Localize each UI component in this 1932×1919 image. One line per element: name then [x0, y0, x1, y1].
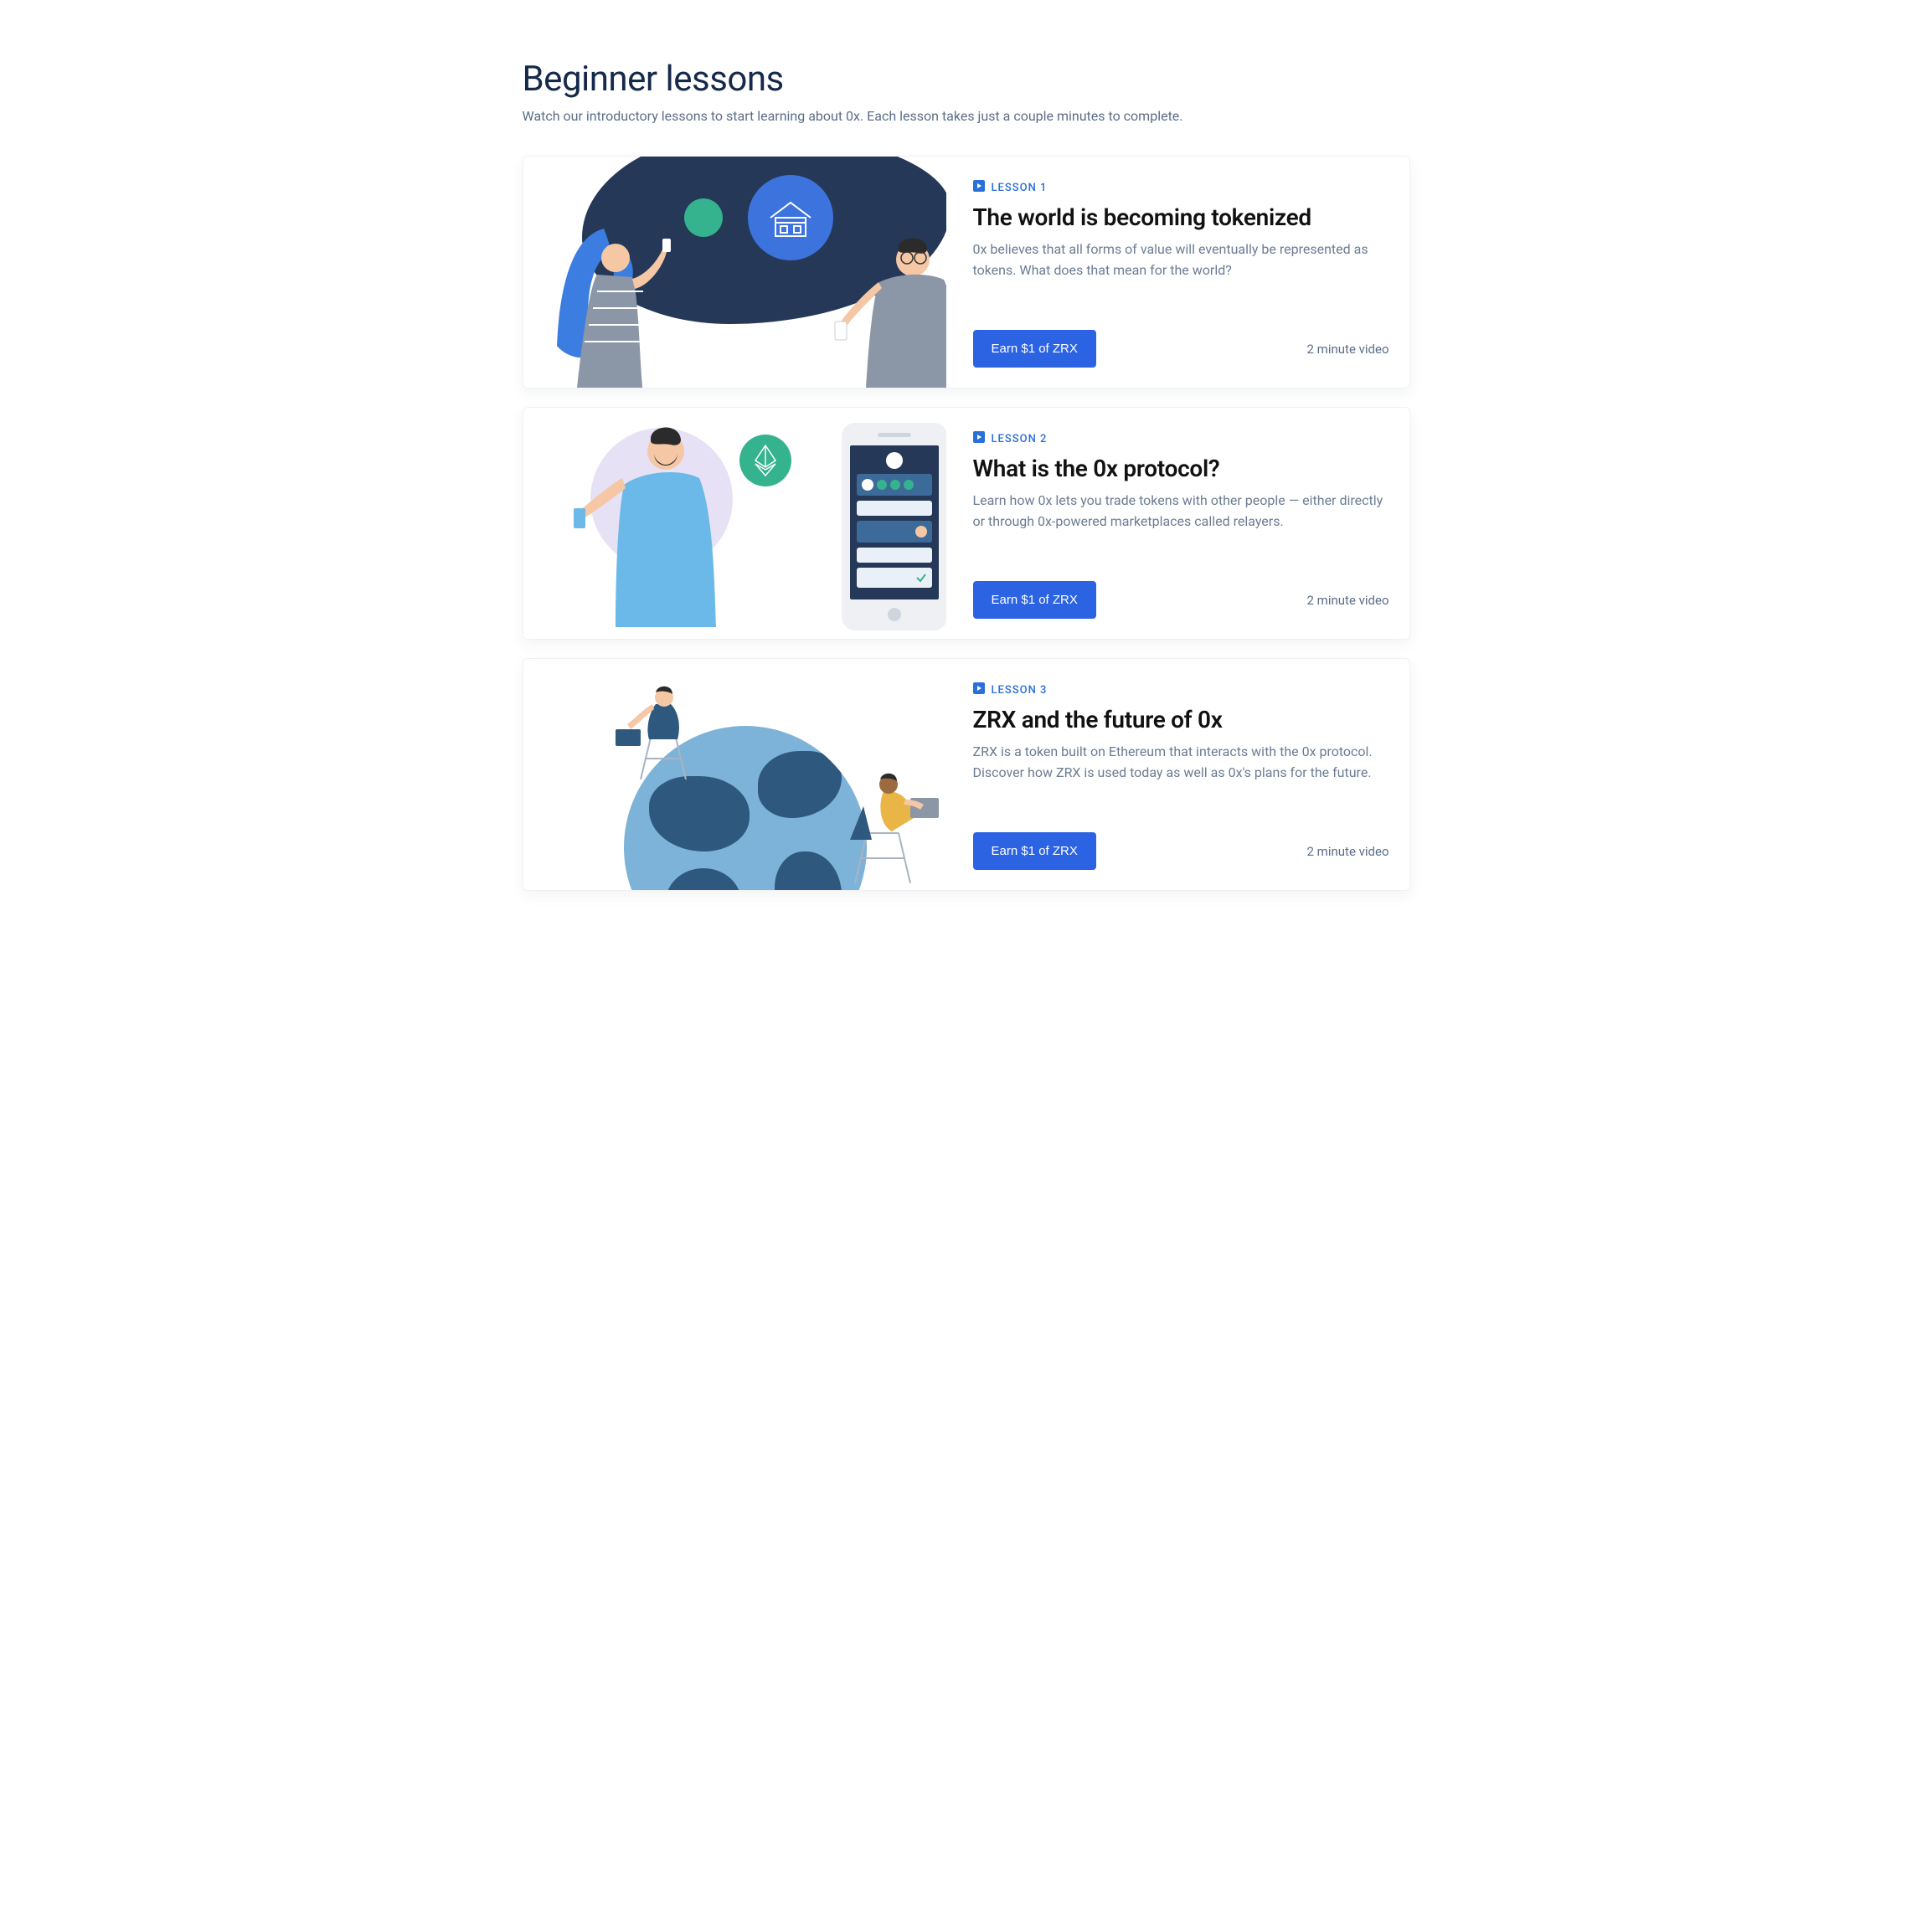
phone-illustration	[842, 423, 946, 630]
lesson-3-earn-button[interactable]: Earn $1 of ZRX	[973, 832, 1096, 870]
lesson-2-body: LESSON 2 What is the 0x protocol? Learn …	[946, 408, 1409, 639]
lesson-1-earn-button[interactable]: Earn $1 of ZRX	[973, 330, 1096, 368]
lesson-2-duration: 2 minute video	[1307, 593, 1389, 608]
lesson-card-2[interactable]: LESSON 2 What is the 0x protocol? Learn …	[523, 407, 1410, 640]
lesson-3-eyebrow: LESSON 3	[973, 682, 1389, 697]
lesson-1-duration: 2 minute video	[1307, 342, 1389, 357]
lesson-2-title: What is the 0x protocol?	[973, 455, 1389, 482]
lesson-3-illustration	[523, 659, 946, 890]
lesson-1-illustration	[523, 157, 946, 388]
ethereum-icon	[739, 435, 791, 486]
bearded-man-figure	[574, 418, 716, 627]
lesson-1-body: LESSON 1 The world is becoming tokenized…	[946, 157, 1409, 388]
house-token-icon	[748, 175, 833, 260]
person-on-globe-2	[842, 766, 946, 883]
person-on-globe-1	[616, 679, 708, 779]
lesson-3-duration: 2 minute video	[1307, 844, 1389, 859]
section-subtitle: Watch our introductory lessons to start …	[523, 106, 1410, 126]
token-coin-icon	[684, 198, 723, 237]
lesson-3-eyebrow-text: LESSON 3	[992, 684, 1048, 697]
lesson-2-illustration	[523, 408, 946, 639]
lesson-card-1[interactable]: LESSON 1 The world is becoming tokenized…	[523, 156, 1410, 388]
lesson-2-description: Learn how 0x lets you trade tokens with …	[973, 491, 1389, 532]
lesson-1-eyebrow-text: LESSON 1	[992, 182, 1048, 194]
lesson-3-description: ZRX is a token built on Ethereum that in…	[973, 742, 1389, 784]
lesson-card-3[interactable]: LESSON 3 ZRX and the future of 0x ZRX is…	[523, 658, 1410, 891]
lesson-3-title: ZRX and the future of 0x	[973, 706, 1389, 733]
section-title: Beginner lessons	[523, 59, 1410, 100]
lesson-3-footer: Earn $1 of ZRX 2 minute video	[973, 832, 1389, 870]
lesson-1-title: The world is becoming tokenized	[973, 203, 1389, 231]
lesson-2-footer: Earn $1 of ZRX 2 minute video	[973, 581, 1389, 619]
lesson-2-eyebrow: LESSON 2	[973, 431, 1389, 446]
lesson-1-description: 0x believes that all forms of value will…	[973, 239, 1389, 281]
lesson-1-footer: Earn $1 of ZRX 2 minute video	[973, 330, 1389, 368]
video-play-icon	[973, 180, 985, 195]
lesson-3-body: LESSON 3 ZRX and the future of 0x ZRX is…	[946, 659, 1409, 890]
woman-figure	[555, 229, 672, 388]
video-play-icon	[973, 682, 985, 697]
lesson-2-eyebrow-text: LESSON 2	[992, 433, 1048, 445]
video-play-icon	[973, 431, 985, 446]
lesson-1-eyebrow: LESSON 1	[973, 180, 1389, 195]
page-container: Beginner lessons Watch our introductory …	[523, 59, 1410, 891]
man-figure	[833, 236, 946, 388]
lesson-2-earn-button[interactable]: Earn $1 of ZRX	[973, 581, 1096, 619]
